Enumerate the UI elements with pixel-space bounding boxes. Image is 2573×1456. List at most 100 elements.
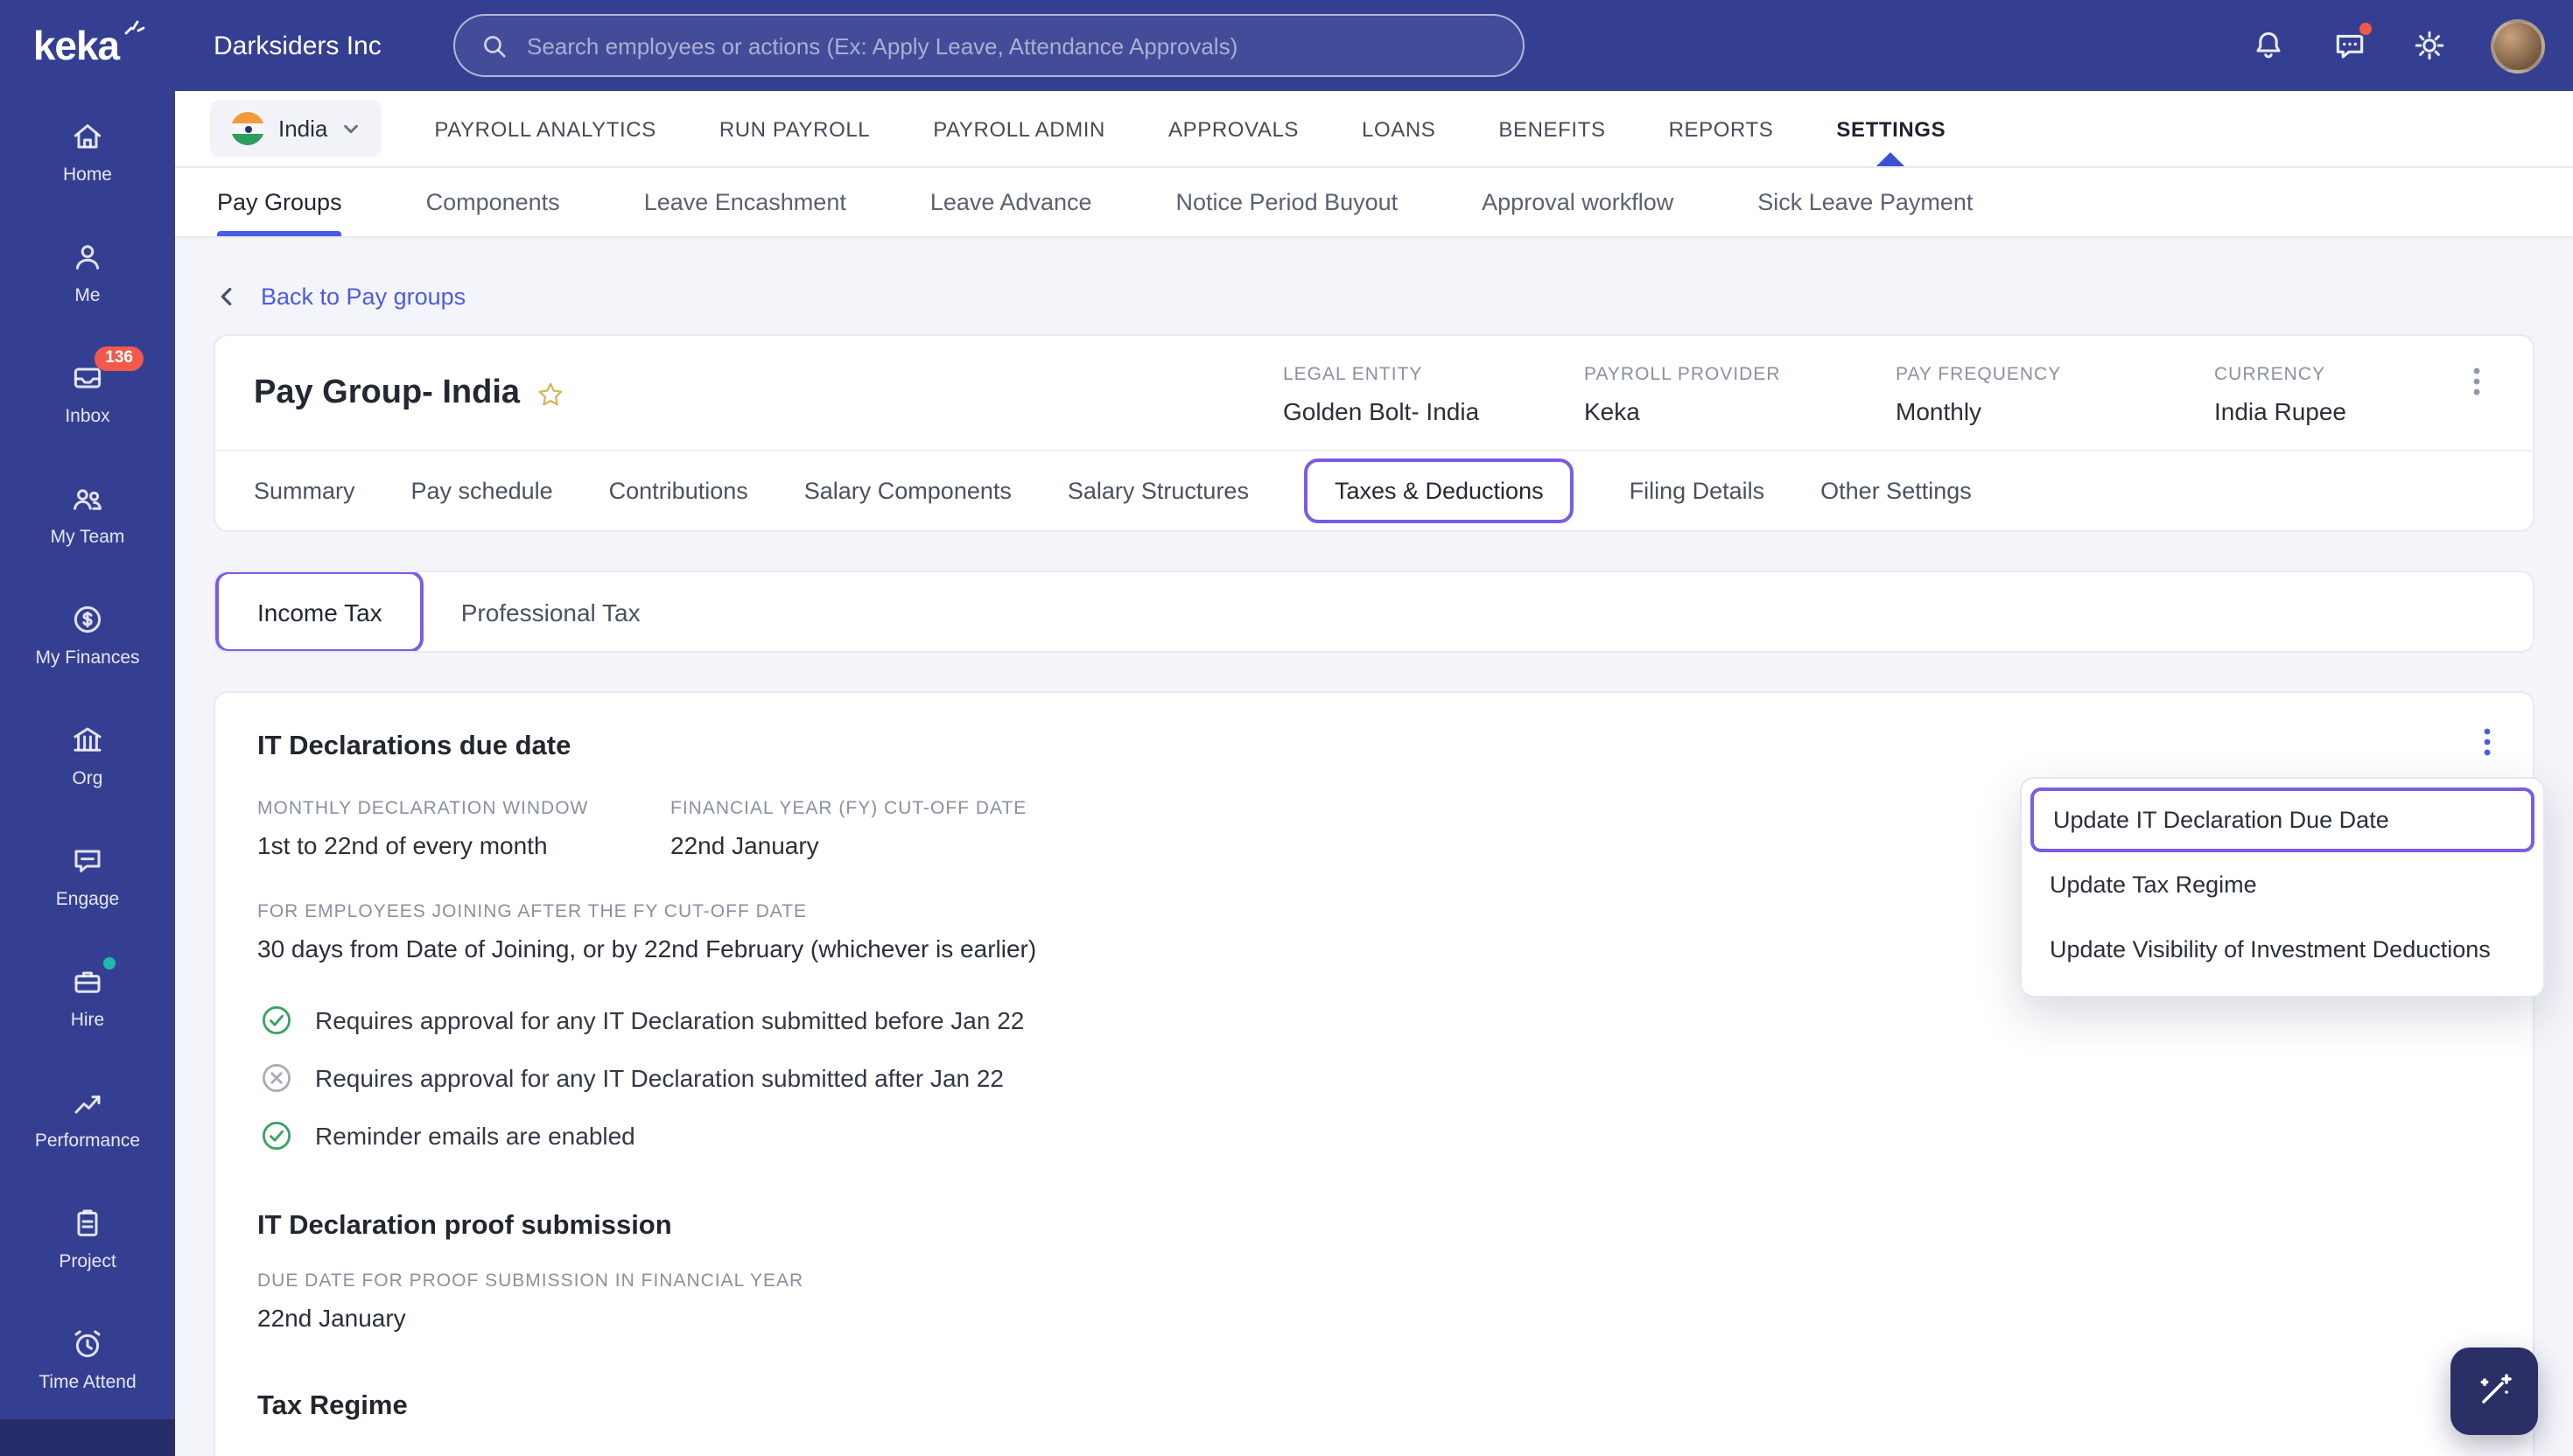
tab-salary-structures[interactable]: Salary Structures <box>1068 478 1249 504</box>
logo-spark-icon <box>123 14 145 46</box>
helpdesk-icon[interactable] <box>2330 21 2373 65</box>
sidebar-item-hire[interactable]: Hire <box>0 936 175 1057</box>
sidebar-label: Performance <box>34 1130 141 1151</box>
header-actions <box>2249 0 2545 91</box>
pay-group-kebab-icon[interactable] <box>2459 364 2494 399</box>
performance-icon <box>74 1095 101 1113</box>
tab-filing-details[interactable]: Filing Details <box>1630 478 1765 504</box>
tab-payroll-analytics[interactable]: PAYROLL ANALYTICS <box>434 91 656 166</box>
meta-label: CURRENCY <box>2214 364 2326 385</box>
sidebar-label: Inbox <box>65 405 110 426</box>
sidebar-item-inbox[interactable]: Inbox 136 <box>0 332 175 453</box>
section-heading-it-declarations: IT Declarations due date <box>257 732 571 761</box>
magic-wand-icon <box>2480 1374 2512 1404</box>
user-avatar[interactable] <box>2491 18 2545 73</box>
sidebar-label: Project <box>59 1250 116 1271</box>
field-value: 22nd January <box>257 1304 406 1332</box>
meta-currency: CURRENCY India Rupee <box>2214 364 2459 425</box>
check-circle-icon <box>262 1005 291 1035</box>
field-label: MONTHLY DECLARATION WINDOW <box>257 798 589 819</box>
global-search[interactable] <box>453 14 1525 77</box>
x-circle-icon <box>262 1063 291 1093</box>
gear-icon[interactable] <box>2410 26 2449 65</box>
sidebar-item-home[interactable]: Home <box>0 91 175 212</box>
meta-value: India Rupee <box>2214 397 2347 425</box>
tab-summary[interactable]: Summary <box>254 478 355 504</box>
tab-loans[interactable]: LOANS <box>1362 91 1435 166</box>
it-declarations-kebab-icon[interactable] <box>2470 724 2505 760</box>
section-heading-tax-regime: Tax Regime <box>257 1391 408 1421</box>
country-label: India <box>278 116 328 142</box>
sidebar-item-project[interactable]: Project <box>0 1178 175 1298</box>
it-declarations-context-menu: Update IT Declaration Due Date Update Ta… <box>2020 777 2545 998</box>
pay-group-card: Pay Group- India LEGAL ENTITY Golden Bol… <box>214 334 2534 532</box>
tab-payroll-admin[interactable]: PAYROLL ADMIN <box>933 91 1105 166</box>
rule-reminder-emails: Reminder emails are enabled <box>257 1120 2491 1152</box>
back-to-pay-groups[interactable]: Back to Pay groups <box>214 284 466 310</box>
meta-payroll-provider: PAYROLL PROVIDER Keka <box>1584 364 1896 425</box>
tab-pay-schedule[interactable]: Pay schedule <box>411 478 553 504</box>
tab-benefits[interactable]: BENEFITS <box>1498 91 1605 166</box>
field-monthly-declaration-window: MONTHLY DECLARATION WINDOW 1st to 22nd o… <box>257 798 670 859</box>
section-heading-proof-submission: IT Declaration proof submission <box>257 1211 672 1241</box>
sidebar-label: Engage <box>55 888 120 909</box>
rule-text: Reminder emails are enabled <box>315 1122 635 1150</box>
subtab-pay-groups[interactable]: Pay Groups <box>217 168 343 236</box>
subtab-sick-leave-payment[interactable]: Sick Leave Payment <box>1757 168 1973 236</box>
helpdesk-badge <box>2358 21 2373 37</box>
meta-label: LEGAL ENTITY <box>1283 364 1423 385</box>
magic-wand-fab[interactable] <box>2450 1348 2538 1435</box>
sidebar-label: Org <box>72 767 103 788</box>
meta-label: PAY FREQUENCY <box>1896 364 2062 385</box>
tab-settings[interactable]: SETTINGS <box>1836 91 1946 166</box>
menu-item-update-visibility-investment-deductions[interactable]: Update Visibility of Investment Deductio… <box>2022 917 2543 982</box>
pay-group-tabs: Summary Pay schedule Contributions Salar… <box>215 450 2533 530</box>
meta-value: Monthly <box>1896 397 1982 425</box>
bell-icon[interactable] <box>2249 26 2288 65</box>
field-value: 22nd January <box>670 831 819 859</box>
sidebar-item-engage[interactable]: Engage <box>0 816 175 936</box>
search-icon <box>484 35 506 57</box>
tab-income-tax[interactable]: Income Tax <box>215 572 424 651</box>
field-fy-cutoff-date: FINANCIAL YEAR (FY) CUT-OFF DATE 22nd Ja… <box>670 798 1027 859</box>
sidebar-label: Time Attend <box>39 1371 137 1392</box>
search-input[interactable] <box>527 32 1498 59</box>
field-label: FINANCIAL YEAR (FY) CUT-OFF DATE <box>670 798 1027 819</box>
app-root: keka Darksiders Inc H <box>0 0 2573 1456</box>
sidebar-item-payroll[interactable] <box>0 1419 175 1456</box>
inbox-count-badge: 136 <box>95 346 144 370</box>
tab-contributions[interactable]: Contributions <box>609 478 748 504</box>
tab-run-payroll[interactable]: RUN PAYROLL <box>719 91 870 166</box>
menu-item-update-tax-regime[interactable]: Update Tax Regime <box>2022 852 2543 917</box>
meta-label: PAYROLL PROVIDER <box>1584 364 1781 385</box>
sidebar-label: My Team <box>50 526 125 547</box>
subtab-approval-workflow[interactable]: Approval workflow <box>1482 168 1673 236</box>
hire-icon <box>74 970 101 992</box>
sidebar-item-my-finances[interactable]: My Finances <box>0 574 175 695</box>
subtab-leave-advance[interactable]: Leave Advance <box>930 168 1092 236</box>
star-icon[interactable] <box>536 379 565 409</box>
subtab-leave-encashment[interactable]: Leave Encashment <box>644 168 846 236</box>
engage-icon <box>74 849 101 872</box>
sidebar-item-my-team[interactable]: My Team <box>0 453 175 574</box>
sidebar-label: My Finances <box>35 647 140 668</box>
tab-reports[interactable]: REPORTS <box>1669 91 1774 166</box>
check-circle-icon <box>262 1121 291 1151</box>
tab-salary-components[interactable]: Salary Components <box>804 478 1012 504</box>
project-icon <box>77 1208 98 1236</box>
country-selector[interactable]: India <box>210 100 382 158</box>
keka-logo[interactable]: keka <box>0 0 175 91</box>
sidebar-item-performance[interactable]: Performance <box>0 1057 175 1178</box>
hire-dot-badge <box>103 957 116 970</box>
subtab-notice-period-buyout[interactable]: Notice Period Buyout <box>1176 168 1399 236</box>
tab-taxes-deductions[interactable]: Taxes & Deductions <box>1304 458 1574 523</box>
sidebar-item-me[interactable]: Me <box>0 212 175 332</box>
sidebar-item-org[interactable]: Org <box>0 695 175 816</box>
menu-item-update-it-declaration-due-date[interactable]: Update IT Declaration Due Date <box>2030 788 2534 852</box>
tab-approvals[interactable]: APPROVALS <box>1168 91 1299 166</box>
sidebar-item-time-attend[interactable]: Time Attend <box>0 1298 175 1419</box>
rule-approval-after-cutoff: Requires approval for any IT Declaration… <box>257 1062 2491 1094</box>
tab-other-settings[interactable]: Other Settings <box>1820 478 1972 504</box>
tab-professional-tax[interactable]: Professional Tax <box>461 598 641 626</box>
subtab-components[interactable]: Components <box>426 168 560 236</box>
